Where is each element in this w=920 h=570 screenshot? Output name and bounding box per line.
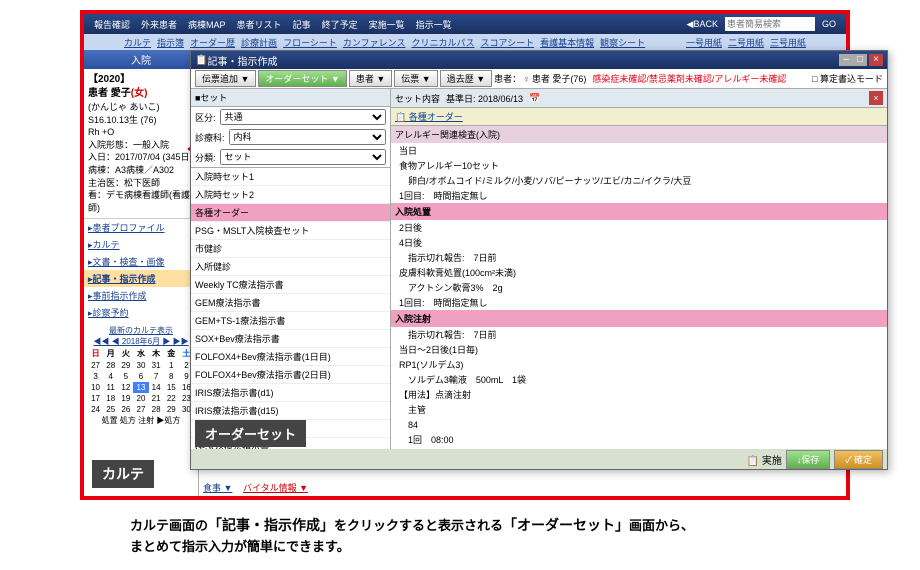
add-slip-dd[interactable]: 伝票追加 ▼ [195,70,256,87]
sidebar: 入院 【2020】 患者 愛子(女) (かんじゃ あいこ) S16.10.13生… [84,50,199,496]
orderset-dd[interactable]: オーダーセット ▼ [258,70,346,87]
set-list: 入院時セット1入院時セット2各種オーダーPSG・MSLT入院検査セット市健診入所… [191,167,390,449]
sub-menu: カルテ指示簿オーダー歴診療計画フローシートカンファレンスクリニカルパススコアシー… [84,34,846,50]
alert-text: 感染症未確認/禁忌薬剤未確認/アレルギー未確認 [592,72,786,85]
menu-item[interactable]: 病棟MAP [184,17,230,32]
menu-item[interactable]: 指示一覧 [412,17,456,32]
menu-item[interactable]: 報告確認 [90,17,134,32]
calendar[interactable]: 最新のカルテ表示 ◀◀ ◀ 2018年6月 ▶ ▶▶ 日月火水木金土 27282… [84,321,198,430]
dialog-title: 記事・指示作成 [207,53,277,68]
menu-item[interactable]: 実施一覧 [365,17,409,32]
set-item[interactable]: 入所健診 [191,258,390,276]
karte-tag: カルテ [92,460,154,488]
set-item[interactable]: FOLFOX4+Bev療法指示書(2日目) [191,366,390,384]
set-item[interactable]: 入院時セット2 [191,186,390,204]
order-create-dialog: 📋記事・指示作成–□× 伝票追加 ▼ オーダーセット ▼ 患者 ▼ 伝票 ▼ 過… [190,50,888,470]
kubun-select[interactable]: 共通 [220,109,386,125]
top-menu: 報告確認 外来患者 病棟MAP 患者リスト 記事 終了予定 実施一覧 指示一覧 … [84,14,846,34]
patient-info: 【2020】 患者 愛子(女) (かんじゃ あいこ) S16.10.13生 (7… [84,69,198,219]
side-nav: ▸患者プロファイル ▸カルテ ▸文書・検査・画像 ▸記事・指示作成 ▸事前指示作… [84,219,198,321]
set-item[interactable]: GEM+TS-1療法指示書 [191,312,390,330]
calendar-icon[interactable]: 📅 [529,93,540,104]
save-button[interactable]: ↓保存 [786,450,831,469]
menu-item[interactable]: 記事 [289,17,315,32]
menu-item[interactable]: 患者リスト [233,17,286,32]
orderset-tag: オーダーセット [195,420,306,447]
set-content-panel: セット内容基準日: 2018/06/13📅× 📋 各種オーダー アレルギー関連検… [391,89,887,449]
minimize-icon[interactable]: – [839,54,853,66]
set-item[interactable]: 市健診 [191,240,390,258]
nav-karte[interactable]: ▸カルテ [84,236,198,253]
admission-header: 入院 [84,50,198,69]
set-item[interactable]: IRIS療法指示書(d15) [191,402,390,420]
back-button[interactable]: ◀BACK [683,18,722,31]
order-link[interactable]: 📋 各種オーダー [395,110,463,123]
close-icon[interactable]: × [869,54,883,66]
nav-profile[interactable]: ▸患者プロファイル [84,219,198,236]
nav-order-create[interactable]: ▸記事・指示作成 [84,270,198,287]
patient-search[interactable] [725,17,815,31]
set-item[interactable]: IRIS療法指示書(d1) [191,384,390,402]
menu-item[interactable]: 終了予定 [318,17,362,32]
dialog-title-icon: 📋 [195,55,207,66]
class-select[interactable]: セット [220,149,386,165]
set-item[interactable]: SOX+Bev療法指示書 [191,330,390,348]
set-item[interactable]: FOLFOX4+Bev療法指示書(1日目) [191,348,390,366]
go-button[interactable]: GO [818,18,840,30]
set-item[interactable]: 各種オーダー [191,204,390,222]
set-item[interactable]: GEM療法指示書 [191,294,390,312]
menu-item[interactable]: 外来患者 [137,17,181,32]
confirm-button[interactable]: ✓ 確定 [834,450,883,469]
set-item[interactable]: Weekly TC療法指示書 [191,276,390,294]
calc-mode-checkbox[interactable]: □ 算定書込モード [812,72,883,85]
maximize-icon[interactable]: □ [853,54,867,66]
panel-close-icon[interactable]: × [869,91,883,105]
set-item[interactable]: 入院時セット1 [191,168,390,186]
caption: カルテ画面の「記事・指示作成」をクリックすると表示される「オーダーセット」画面か… [130,514,830,558]
set-panel: ■セット 区分:共通 診療科:内科 分類:セット 入院時セット1入院時セット2各… [191,89,391,449]
dialog-footer: 📋 実施 ↓保存 ✓ 確定 [191,449,887,469]
dialog-toolbar: 伝票追加 ▼ オーダーセット ▼ 患者 ▼ 伝票 ▼ 過去歴 ▼ 患者：♀患者 … [191,69,887,89]
set-item[interactable]: PSG・MSLT入院検査セット [191,222,390,240]
nav-reserve[interactable]: ▸診察予約 [84,304,198,321]
nav-docs[interactable]: ▸文書・検査・画像 [84,253,198,270]
dept-select[interactable]: 内科 [229,129,386,145]
nav-advance[interactable]: ▸事前指示作成 [84,287,198,304]
